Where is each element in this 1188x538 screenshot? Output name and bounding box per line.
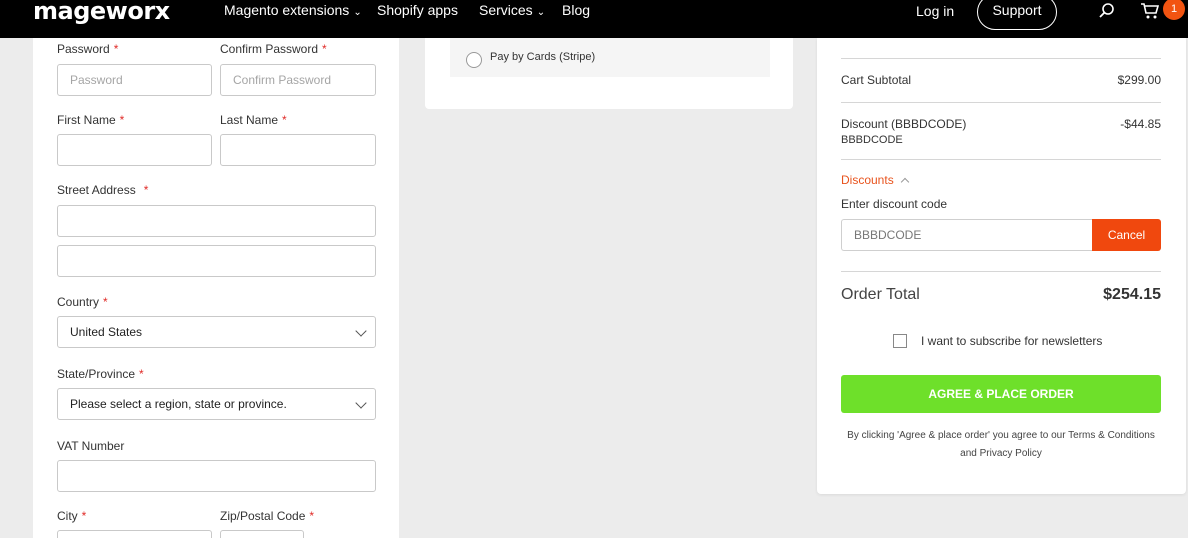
payment-radio[interactable] (466, 52, 482, 68)
street-address-line2-field[interactable] (57, 245, 376, 277)
chevron-down-icon: ⌄ (536, 7, 546, 18)
divider (841, 102, 1161, 103)
place-order-button[interactable]: AGREE & PLACE ORDER (841, 375, 1161, 413)
payment-option-stripe[interactable]: Pay by Cards (Stripe) (450, 38, 770, 77)
order-total-value: $254.15 (1103, 286, 1161, 303)
nav-shopify-apps[interactable]: Shopify apps (377, 2, 458, 18)
terms-notice: By clicking 'Agree & place order' you ag… (835, 427, 1167, 463)
payment-methods-card: Pay by Cards (Stripe) (425, 38, 793, 109)
cancel-discount-button[interactable]: Cancel (1092, 219, 1161, 251)
cart-subtotal-label: Cart Subtotal (841, 73, 912, 87)
nav-shopify-apps-label: Shopify apps (377, 2, 458, 18)
discount-code-input[interactable]: BBBDCODE (841, 219, 1093, 251)
divider (841, 159, 1161, 160)
newsletter-label[interactable]: I want to subscribe for newsletters (921, 334, 1102, 348)
nav-blog[interactable]: Blog (562, 2, 590, 18)
country-select[interactable]: United States (57, 316, 376, 348)
terms-line-2[interactable]: and Privacy Policy (835, 445, 1167, 463)
login-link[interactable]: Log in (916, 3, 954, 19)
vat-number-label: VAT Number (57, 439, 125, 453)
city-field[interactable] (57, 530, 212, 538)
enter-discount-code-label: Enter discount code (841, 197, 948, 211)
search-icon[interactable] (1098, 2, 1116, 25)
discount-value: -$44.85 (1120, 117, 1161, 131)
state-province-label: State/Province * (57, 367, 144, 381)
chevron-down-icon: ⌄ (353, 7, 362, 18)
mageworx-logo[interactable]: mageworx (33, 0, 170, 25)
zip-postal-code-field[interactable] (220, 530, 304, 538)
divider (841, 58, 1161, 59)
last-name-label: Last Name * (220, 113, 287, 127)
nav-blog-label: Blog (562, 2, 591, 18)
password-label: Password * (57, 42, 119, 56)
street-address-label: Street Address * (57, 183, 149, 197)
nav-magento-extensions[interactable]: Magento extensions ⌄ (224, 2, 362, 18)
discount-label: Discount (BBBDCODE) (841, 117, 967, 131)
last-name-field[interactable] (220, 134, 376, 166)
support-button[interactable]: Support (977, 0, 1057, 30)
state-province-select-value: Please select a region, state or provinc… (70, 397, 287, 411)
country-select-value: United States (70, 325, 143, 339)
zip-postal-code-label: Zip/Postal Code * (220, 509, 315, 523)
first-name-field[interactable] (57, 134, 212, 166)
first-name-label: First Name * (57, 113, 125, 127)
payment-option-label: Pay by Cards (Stripe) (490, 51, 596, 63)
discount-code-text: BBBDCODE (841, 134, 903, 146)
password-field[interactable] (57, 64, 212, 96)
discounts-toggle-label: Discounts (841, 173, 894, 187)
cart-icon[interactable] (1140, 2, 1160, 25)
chevron-down-icon (355, 397, 367, 409)
order-total-label: Order Total (841, 286, 920, 303)
cart-subtotal-value: $299.00 (1117, 73, 1161, 87)
order-summary-card: Cart Subtotal $299.00 Discount (BBBDCODE… (817, 38, 1186, 494)
confirm-password-label: Confirm Password * (220, 42, 327, 56)
chevron-down-icon (355, 325, 367, 337)
top-navigation-bar: mageworx Magento extensions ⌄ Shopify app… (0, 0, 1188, 38)
shipping-form-card: Password* Confirm Password* First Name* … (33, 38, 399, 538)
city-label: City * (57, 509, 87, 523)
discounts-toggle[interactable]: Discounts (841, 173, 909, 187)
street-address-line1-field[interactable] (57, 205, 376, 237)
nav-magento-extensions-label: Magento extensions (224, 2, 350, 18)
confirm-password-field[interactable] (220, 64, 376, 96)
vat-number-field[interactable] (57, 460, 376, 492)
cart-count-badge[interactable]: 1 (1163, 0, 1185, 20)
state-province-select[interactable]: Please select a region, state or provinc… (57, 388, 376, 420)
country-label: Country * (57, 295, 108, 309)
nav-services-label: Services (479, 2, 533, 18)
terms-line-1[interactable]: By clicking 'Agree & place order' you ag… (835, 427, 1167, 445)
divider (841, 271, 1161, 272)
newsletter-checkbox[interactable] (893, 334, 907, 348)
chevron-up-icon (900, 177, 909, 187)
nav-services[interactable]: Services ⌄ (479, 2, 545, 18)
